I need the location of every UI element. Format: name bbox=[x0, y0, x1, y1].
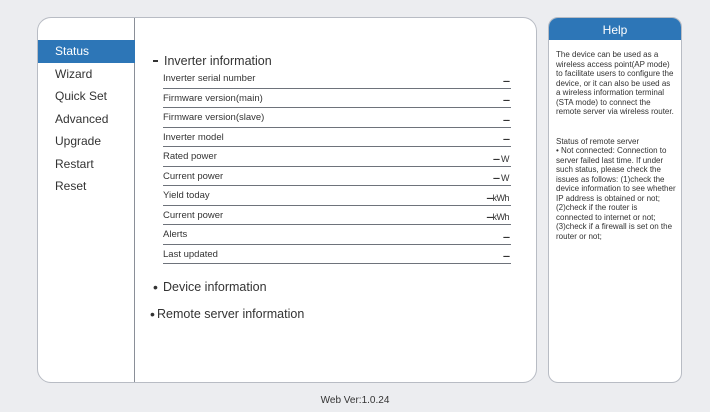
bullet-icon: • bbox=[150, 306, 155, 322]
row-label: Last updated bbox=[163, 248, 218, 260]
row-value: --- bbox=[503, 114, 510, 125]
help-panel: Help The device can be used as a wireles… bbox=[548, 17, 682, 383]
info-row: Current power --- W bbox=[163, 167, 511, 186]
info-row: Current power ---kWh bbox=[163, 206, 511, 225]
sidebar-item-upgrade[interactable]: Upgrade bbox=[38, 130, 135, 153]
row-value: --- bbox=[503, 251, 510, 261]
row-value: --- bbox=[503, 95, 510, 105]
sidebar-item-reset[interactable]: Reset bbox=[38, 175, 135, 198]
info-row: Inverter serial number --- bbox=[163, 69, 511, 89]
collapse-dash-icon bbox=[153, 60, 158, 62]
info-row: Rated power --- W bbox=[163, 147, 511, 167]
sidebar-item-advanced[interactable]: Advanced bbox=[38, 108, 135, 131]
row-label: Current power bbox=[163, 170, 224, 182]
sidebar-item-status[interactable]: Status bbox=[38, 40, 135, 63]
help-title: Help bbox=[549, 18, 681, 40]
sidebar-item-quick-set[interactable]: Quick Set bbox=[38, 85, 135, 108]
row-label: Rated power bbox=[163, 151, 217, 162]
status-content: Inverter information Inverter serial num… bbox=[150, 54, 513, 321]
row-value: --- W bbox=[493, 173, 510, 183]
info-row: Alerts --- bbox=[163, 225, 511, 245]
inverter-info-table: Inverter serial number --- Firmware versi… bbox=[163, 69, 511, 264]
device-section-toggle[interactable]: • Device information bbox=[153, 280, 513, 294]
remote-section-toggle[interactable]: • Remote server information bbox=[150, 307, 513, 321]
row-label: Firmware version(main) bbox=[163, 92, 263, 104]
sidebar-nav: Status Wizard Quick Set Advanced Upgrade… bbox=[38, 40, 135, 198]
help-intro: The device can be used as a wireless acc… bbox=[556, 50, 674, 116]
row-label: Inverter model bbox=[163, 131, 224, 143]
row-value: --- W bbox=[493, 153, 510, 164]
sidebar-item-wizard[interactable]: Wizard bbox=[38, 63, 135, 86]
row-value: ---kWh bbox=[486, 212, 510, 222]
help-status-body: • Not connected: Connection to server fa… bbox=[556, 146, 676, 241]
info-row: Yield today ---kWh bbox=[163, 186, 511, 206]
device-section-title: Device information bbox=[163, 280, 267, 294]
sidebar-item-restart[interactable]: Restart bbox=[38, 153, 135, 176]
info-row: Inverter model --- bbox=[163, 128, 511, 147]
row-label: Current power bbox=[163, 209, 224, 221]
info-row: Last updated --- bbox=[163, 245, 511, 264]
row-label: Firmware version(slave) bbox=[163, 112, 265, 123]
row-label: Yield today bbox=[163, 190, 210, 201]
main-panel: Status Wizard Quick Set Advanced Upgrade… bbox=[37, 17, 537, 383]
inverter-section-title: Inverter information bbox=[164, 54, 272, 68]
help-body: The device can be used as a wireless acc… bbox=[549, 40, 681, 241]
row-value: ---kWh bbox=[486, 192, 510, 203]
web-version: Web Ver:1.0.24 bbox=[320, 395, 390, 406]
info-row: Firmware version(main) --- bbox=[163, 89, 511, 108]
row-value: --- bbox=[503, 75, 510, 86]
inverter-section-toggle[interactable]: Inverter information bbox=[153, 54, 513, 68]
row-label: Alerts bbox=[163, 229, 188, 240]
info-row: Firmware version(slave) --- bbox=[163, 108, 511, 128]
row-value: --- bbox=[503, 231, 510, 242]
row-value: --- bbox=[503, 134, 510, 144]
help-status-title: Status of remote server bbox=[556, 136, 640, 146]
bullet-icon: • bbox=[153, 279, 158, 295]
sidebar: Status Wizard Quick Set Advanced Upgrade… bbox=[38, 18, 135, 382]
remote-section-title: Remote server information bbox=[157, 307, 305, 321]
row-label: Inverter serial number bbox=[163, 73, 256, 84]
